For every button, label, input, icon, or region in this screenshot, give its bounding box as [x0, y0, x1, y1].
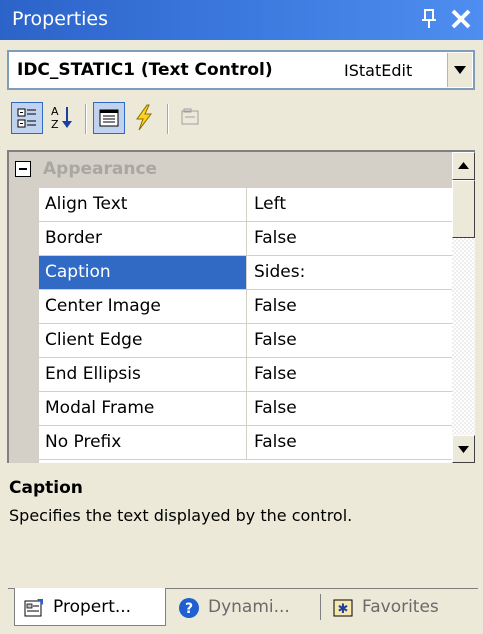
property-row-end-ellipsis[interactable]: End Ellipsis False — [39, 358, 452, 392]
toolbar-separator — [85, 104, 87, 134]
object-selector[interactable]: IDC_STATIC1 (Text Control) IStatEdit — [7, 50, 475, 90]
pin-icon[interactable] — [418, 6, 440, 32]
property-row-border[interactable]: Border False — [39, 222, 452, 256]
property-name: Border — [39, 222, 247, 255]
scroll-down-button[interactable] — [452, 435, 475, 463]
alphabetical-icon[interactable]: A Z — [47, 102, 79, 134]
scroll-up-button[interactable] — [452, 152, 475, 180]
svg-text:A: A — [51, 105, 59, 118]
property-value[interactable]: Sides: — [248, 256, 452, 289]
tab-properties[interactable]: Propert... — [14, 588, 166, 626]
bottom-tab-strip: Propert... ? Dynami... ✱ Favorites — [0, 588, 483, 634]
vertical-scrollbar[interactable] — [452, 150, 475, 463]
property-value[interactable]: False — [248, 392, 452, 425]
property-name: Center Image — [39, 290, 247, 323]
categorized-icon[interactable] — [11, 102, 43, 134]
scroll-thumb[interactable] — [452, 180, 475, 238]
grid-margin — [9, 188, 39, 463]
help-icon: ? — [178, 597, 200, 619]
svg-text:✱: ✱ — [338, 602, 349, 617]
events-icon[interactable] — [129, 102, 161, 134]
property-value[interactable]: False — [248, 358, 452, 391]
description-title: Caption — [9, 478, 83, 498]
description-pane: Caption Specifies the text displayed by … — [7, 470, 475, 580]
property-value[interactable]: False — [248, 426, 452, 459]
property-value[interactable]: Left — [248, 188, 452, 221]
svg-text:?: ? — [185, 601, 193, 617]
property-row-modal-frame[interactable]: Modal Frame False — [39, 392, 452, 426]
property-name: Client Edge — [39, 324, 247, 357]
property-row-no-prefix[interactable]: No Prefix False — [39, 426, 452, 460]
property-name: No Prefix — [39, 426, 247, 459]
chevron-down-icon[interactable] — [447, 53, 472, 87]
favorites-icon: ✱ — [332, 597, 354, 619]
properties-toolbar: A Z — [7, 98, 475, 140]
collapse-icon[interactable] — [15, 161, 31, 177]
window-title: Properties — [12, 8, 109, 30]
property-value[interactable]: False — [248, 290, 452, 323]
property-name: Modal Frame — [39, 392, 247, 425]
description-text: Specifies the text displayed by the cont… — [9, 506, 353, 525]
object-class: IStatEdit — [344, 61, 413, 80]
tab-separator — [320, 594, 321, 620]
title-bar[interactable]: Properties — [0, 0, 483, 40]
object-name: IDC_STATIC1 (Text Control) — [17, 60, 273, 80]
property-value[interactable]: False — [248, 222, 452, 255]
properties-window: Properties IDC_STATIC1 (Text Control) IS… — [0, 0, 483, 634]
property-name: Caption — [39, 256, 247, 289]
properties-tab-icon — [23, 597, 45, 619]
tab-label: Dynami... — [208, 597, 290, 617]
property-row-client-edge[interactable]: Client Edge False — [39, 324, 452, 358]
svg-text:Z: Z — [51, 118, 59, 131]
tab-favorites[interactable]: ✱ Favorites — [324, 588, 474, 626]
property-value[interactable]: False — [248, 324, 452, 357]
property-pages-icon[interactable] — [175, 102, 207, 134]
property-name: Align Text — [39, 188, 247, 221]
property-row-center-image[interactable]: Center Image False — [39, 290, 452, 324]
category-label: Appearance — [43, 159, 158, 179]
property-name: End Ellipsis — [39, 358, 247, 391]
tab-dynamic-help[interactable]: ? Dynami... — [170, 588, 318, 626]
property-grid: Appearance Align Text Left Border False … — [7, 150, 452, 463]
close-icon[interactable] — [448, 6, 474, 32]
properties-icon[interactable] — [93, 102, 125, 134]
tab-label: Favorites — [362, 597, 439, 617]
property-row-caption[interactable]: Caption Sides: — [39, 256, 452, 290]
tab-label: Propert... — [53, 597, 132, 617]
category-row[interactable]: Appearance — [9, 152, 452, 188]
property-row-align-text[interactable]: Align Text Left — [39, 188, 452, 222]
toolbar-separator — [167, 104, 169, 134]
